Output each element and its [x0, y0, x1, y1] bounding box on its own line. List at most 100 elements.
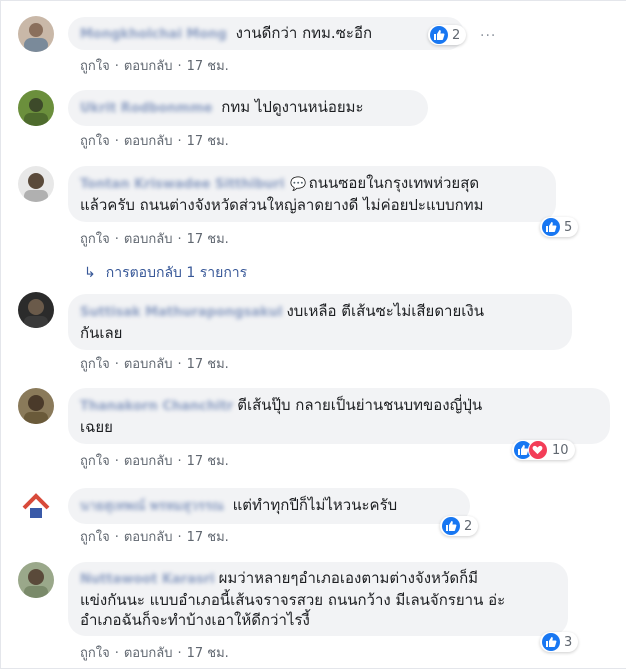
like-thumb-icon	[442, 517, 460, 535]
like-thumb-icon	[430, 26, 448, 44]
comment-text-line1: ผมว่าหลายๆอำเภอเองตามต่างจังหวัดก็มี	[218, 569, 479, 587]
separator-dot: ·	[114, 134, 119, 149]
comment-text-line2: เฉยย	[80, 418, 113, 436]
comment-text-line3: อำเภอฉันก็จะทำบ้างเอาให้ดีกว่าไรงี้	[80, 611, 310, 629]
reaction-count: 3	[564, 634, 573, 650]
reaction-summary[interactable]: 2	[440, 516, 479, 536]
separator-dot: ·	[114, 232, 119, 247]
view-replies-link[interactable]: ↳ การตอบกลับ 1 รายการ	[84, 262, 247, 284]
comment-text-line2: แข่งกันนะ แบบอำเภอนี้เส้นจราจรสวย ถนนกว้…	[80, 591, 506, 609]
like-thumb-icon	[542, 218, 560, 236]
reply-link[interactable]: ตอบกลับ	[124, 646, 173, 661]
avatar[interactable]	[18, 486, 54, 522]
separator-dot: ·	[177, 646, 182, 661]
like-link[interactable]: ถูกใจ	[80, 134, 110, 149]
separator-dot: ·	[114, 59, 119, 74]
reaction-summary[interactable]: 5	[540, 217, 579, 237]
comment-author[interactable]: Tontan Kriswadee Sitthiburi	[80, 177, 284, 192]
timestamp[interactable]: 17 ชม.	[187, 646, 229, 661]
reply-link[interactable]: ตอบกลับ	[124, 59, 173, 74]
chat-bubble-icon: 💬	[290, 177, 307, 192]
reaction-summary[interactable]: 3	[540, 632, 579, 652]
comment-bubble: Tontan Kriswadee Sitthiburi 💬 ถนนซอยในกรุง…	[68, 166, 556, 222]
separator-dot: ·	[114, 454, 119, 469]
comment-bubble: นายสุเทพณ์ พรหมสุวรรณ แต่ทำทุกปีก็ไม่ไหว…	[68, 488, 470, 524]
avatar[interactable]	[18, 90, 54, 126]
comment-bubble: Ukrit Rodbonmme กทม ไปดูงานหน่อยมะ	[68, 90, 428, 126]
comment-actions: ถูกใจ · ตอบกลับ · 17 ชม.	[80, 55, 229, 76]
reply-link[interactable]: ตอบกลับ	[124, 530, 173, 545]
comment-actions: ถูกใจ · ตอบกลับ · 17 ชม.	[80, 228, 229, 249]
more-options-icon[interactable]: ···	[480, 28, 496, 44]
timestamp[interactable]: 17 ชม.	[187, 454, 229, 469]
comment-author[interactable]: Ukrit Rodbonmme	[80, 101, 212, 116]
avatar[interactable]	[18, 166, 54, 202]
reply-link[interactable]: ตอบกลับ	[124, 357, 173, 372]
like-link[interactable]: ถูกใจ	[80, 530, 110, 545]
replies-count-label: การตอบกลับ 1 รายการ	[105, 265, 248, 281]
avatar-image-icon	[18, 562, 54, 598]
like-link[interactable]: ถูกใจ	[80, 357, 110, 372]
comment-bubble: Suttisak Mathurapongsakul งบเหลือ ตีเส้นซ…	[68, 294, 572, 350]
comment-text-line2: แล้วครับ ถนนต่างจังหวัดส่วนใหญ่ลาดยางดี …	[80, 196, 484, 214]
comment-actions: ถูกใจ · ตอบกลับ · 17 ชม.	[80, 353, 229, 374]
avatar-image-icon	[18, 166, 54, 202]
comment-author[interactable]: นายสุเทพณ์ พรหมสุวรรณ	[80, 499, 224, 514]
separator-dot: ·	[177, 232, 182, 247]
comment-bubble: Mongkholchai Mong งานดีกว่า กทม.ซะอีก	[68, 17, 464, 50]
comment-actions: ถูกใจ · ตอบกลับ · 17 ชม.	[80, 642, 229, 663]
avatar[interactable]	[18, 388, 54, 424]
comment-author[interactable]: Thanakorn Chanchitr	[80, 399, 233, 414]
reaction-summary[interactable]: 10	[512, 440, 575, 460]
love-heart-icon	[528, 440, 548, 460]
comment-author[interactable]: Suttisak Mathurapongsakul	[80, 305, 282, 320]
timestamp[interactable]: 17 ชม.	[187, 357, 229, 372]
comment-text-line1: ถนนซอยในกรุงเทพห่วยสุด	[308, 174, 480, 192]
separator-dot: ·	[114, 530, 119, 545]
avatar-image-icon	[18, 388, 54, 424]
separator-dot: ·	[114, 646, 119, 661]
comment-text: แต่ทำทุกปีก็ไม่ไหวนะครับ	[232, 496, 398, 514]
reaction-count: 5	[564, 219, 573, 235]
comment-text: งานดีกว่า กทม.ซะอีก	[235, 24, 373, 42]
like-link[interactable]: ถูกใจ	[80, 59, 110, 74]
reaction-count: 10	[552, 442, 569, 458]
like-link[interactable]: ถูกใจ	[80, 646, 110, 661]
comment-bubble: Thanakorn Chanchitr ตีเส้นปุ๊บ กลายเป็นย่…	[68, 388, 610, 444]
timestamp[interactable]: 17 ชม.	[187, 232, 229, 247]
separator-dot: ·	[177, 357, 182, 372]
like-link[interactable]: ถูกใจ	[80, 454, 110, 469]
timestamp[interactable]: 17 ชม.	[187, 530, 229, 545]
comment-text-line1: ตีเส้นปุ๊บ กลายเป็นย่านชนบทของญี่ปุ่น	[237, 396, 483, 414]
avatar[interactable]	[18, 562, 54, 598]
reply-arrow-icon: ↳	[84, 265, 96, 281]
avatar-image-icon	[18, 90, 54, 126]
comment-actions: ถูกใจ · ตอบกลับ · 17 ชม.	[80, 130, 229, 151]
avatar-image-icon	[18, 292, 54, 328]
comment-author[interactable]: Mongkholchai Mong	[80, 27, 227, 42]
reply-link[interactable]: ตอบกลับ	[124, 134, 173, 149]
comment-text-line1: งบเหลือ ตีเส้นซะไม่เสียดายเงิน	[286, 302, 484, 320]
separator-dot: ·	[177, 134, 182, 149]
comment-author[interactable]: Nuttawoot Karasri	[80, 572, 215, 587]
reply-link[interactable]: ตอบกลับ	[124, 454, 173, 469]
reaction-count: 2	[464, 518, 473, 534]
comment-text-line2: กันเลย	[80, 324, 123, 342]
separator-dot: ·	[177, 59, 182, 74]
timestamp[interactable]: 17 ชม.	[187, 59, 229, 74]
avatar-image-icon	[18, 486, 54, 522]
comment-text: กทม ไปดูงานหน่อยมะ	[221, 98, 364, 116]
reaction-count: 2	[452, 27, 461, 43]
comment-bubble: Nuttawoot Karasri ผมว่าหลายๆอำเภอเองตามต่…	[68, 562, 568, 636]
like-link[interactable]: ถูกใจ	[80, 232, 110, 247]
like-thumb-icon	[542, 633, 560, 651]
avatar-image-icon	[18, 16, 54, 52]
timestamp[interactable]: 17 ชม.	[187, 134, 229, 149]
separator-dot: ·	[114, 357, 119, 372]
comment-actions: ถูกใจ · ตอบกลับ · 17 ชม.	[80, 526, 229, 547]
avatar[interactable]	[18, 16, 54, 52]
reaction-summary[interactable]: 2	[428, 25, 467, 45]
avatar[interactable]	[18, 292, 54, 328]
reply-link[interactable]: ตอบกลับ	[124, 232, 173, 247]
separator-dot: ·	[177, 454, 182, 469]
